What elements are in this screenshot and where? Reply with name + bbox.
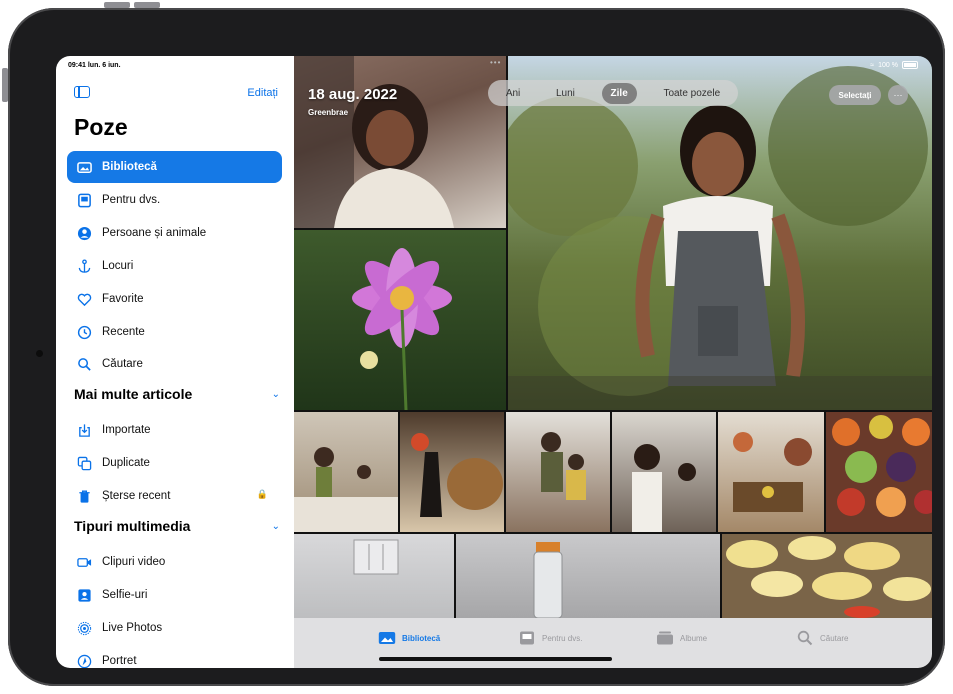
home-indicator[interactable] [379,657,612,661]
photo-thumbnail[interactable] [826,412,932,532]
trash-icon [77,489,92,504]
photo-thumbnail[interactable] [294,56,506,228]
select-button[interactable]: Selectați [829,85,881,105]
sidebar-toggle-icon[interactable] [74,86,90,98]
for-you-icon [518,631,536,645]
location-label: Greenbrae [308,108,349,117]
segment-all-photos[interactable]: Toate pozele [654,83,729,104]
front-camera [36,350,43,357]
sidebar-item-label: Persoane și animale [102,227,207,239]
photo-thumbnail[interactable] [294,230,506,410]
multitasking-indicator[interactable]: ••• [490,58,501,67]
app-title: Poze [74,114,128,140]
sidebar-item-label: Importate [102,424,151,436]
anchor-icon [77,258,92,274]
live-photo-icon [77,621,92,636]
sidebar-item-label: Căutare [102,358,143,370]
sidebar-item-places[interactable]: Locuri [67,250,282,282]
sidebar-item-label: Pentru dvs. [102,194,161,206]
photo-grid: ••• 18 aug. 2022 Greenbrae Ani Luni Zile… [294,56,932,668]
photo-thumbnail[interactable] [506,412,610,532]
sidebar-item-label: Favorite [102,293,144,305]
photo-thumbnail[interactable] [294,412,398,532]
status-bar-right: ≈ 100 % [870,61,918,69]
albums-icon [656,631,674,645]
tab-albums[interactable]: Albume [656,631,707,645]
section-title: Mai multe articole [74,386,193,402]
person-circle-icon [77,226,92,241]
sidebar-item-label: Șterse recent [102,490,171,502]
section-media-types[interactable]: Tipuri multimedia ⌄ [74,518,280,534]
import-icon [77,423,92,438]
chevron-down-icon[interactable]: ⌄ [272,521,280,532]
sidebar-item-label: Locuri [102,260,134,272]
chevron-down-icon[interactable]: ⌄ [272,389,280,400]
selfie-icon [77,588,92,603]
sidebar-item-label: Selfie-uri [102,589,148,601]
sidebar-item-label: Recente [102,326,145,338]
for-you-icon [77,193,92,208]
search-icon [796,630,814,646]
sidebar-item-label: Duplicate [102,457,150,469]
sidebar-item-portrait[interactable]: Portret [67,645,282,668]
ipad-frame: 09:41 lun. 6 iun. Editați Poze Bibliotec… [8,8,945,686]
screen: 09:41 lun. 6 iun. Editați Poze Bibliotec… [56,56,932,668]
sidebar-item-for-you[interactable]: Pentru dvs. [67,184,282,216]
portrait-icon [77,654,92,669]
photo-thumbnail[interactable] [456,534,720,618]
sidebar-item-recents[interactable]: Recente [67,316,282,348]
photo-thumbnail[interactable] [722,534,932,618]
sidebar-item-label: Live Photos [102,622,163,634]
sidebar-item-videos[interactable]: Clipuri video [67,546,282,578]
sidebar-item-label: Clipuri video [102,556,166,568]
sidebar-item-label: Portret [102,655,137,667]
sidebar-item-recently-deleted[interactable]: Șterse recent 🔒 [67,480,282,512]
sidebar-item-label: Bibliotecă [102,161,157,173]
sidebar: 09:41 lun. 6 iun. Editați Poze Bibliotec… [56,56,294,668]
segment-months[interactable]: Luni [547,83,584,104]
view-segmented-control: Ani Luni Zile Toate pozele [488,80,738,106]
photo-thumbnail[interactable] [294,534,454,618]
clock-icon [77,325,92,340]
tab-label: Pentru dvs. [542,633,583,643]
tab-label: Căutare [820,633,849,643]
sidebar-item-imported[interactable]: Importate [67,414,282,446]
more-icon[interactable]: ··· [888,85,908,105]
photo-featured[interactable] [508,56,932,410]
search-icon [77,357,92,372]
tab-library[interactable]: Bibliotecă [378,631,440,645]
duplicate-icon [77,456,92,471]
battery-percent: 100 % [878,61,898,69]
section-title: Tipuri multimedia [74,518,191,534]
tab-for-you[interactable]: Pentru dvs. [518,631,582,645]
photo-library-icon [77,160,92,175]
section-more-items[interactable]: Mai multe articole ⌄ [74,386,280,402]
wifi-icon: ≈ [870,61,875,69]
lock-icon: 🔒 [256,489,268,499]
photo-thumbnail[interactable] [718,412,824,532]
photo-thumbnail[interactable] [612,412,716,532]
battery-icon [902,61,918,69]
sidebar-item-favorites[interactable]: Favorite [67,283,282,315]
status-time: 09:41 lun. 6 iun. [68,62,121,69]
segment-years[interactable]: Ani [497,83,529,104]
sidebar-item-duplicates[interactable]: Duplicate [67,447,282,479]
sidebar-item-search[interactable]: Căutare [67,348,282,380]
photo-library-icon [378,631,396,645]
tab-search[interactable]: Căutare [796,630,849,646]
date-title: 18 aug. 2022 [308,86,398,103]
tab-label: Albume [680,633,708,643]
photo-thumbnail[interactable] [400,412,504,532]
heart-icon [77,292,92,307]
video-icon [77,555,92,570]
tab-label: Bibliotecă [402,633,441,643]
segment-days[interactable]: Zile [601,82,637,104]
sidebar-item-library[interactable]: Bibliotecă [67,151,282,183]
sidebar-item-people[interactable]: Persoane și animale [67,217,282,249]
sidebar-item-live-photos[interactable]: Live Photos [67,612,282,644]
sidebar-item-selfies[interactable]: Selfie-uri [67,579,282,611]
edit-button[interactable]: Editați [247,87,278,99]
